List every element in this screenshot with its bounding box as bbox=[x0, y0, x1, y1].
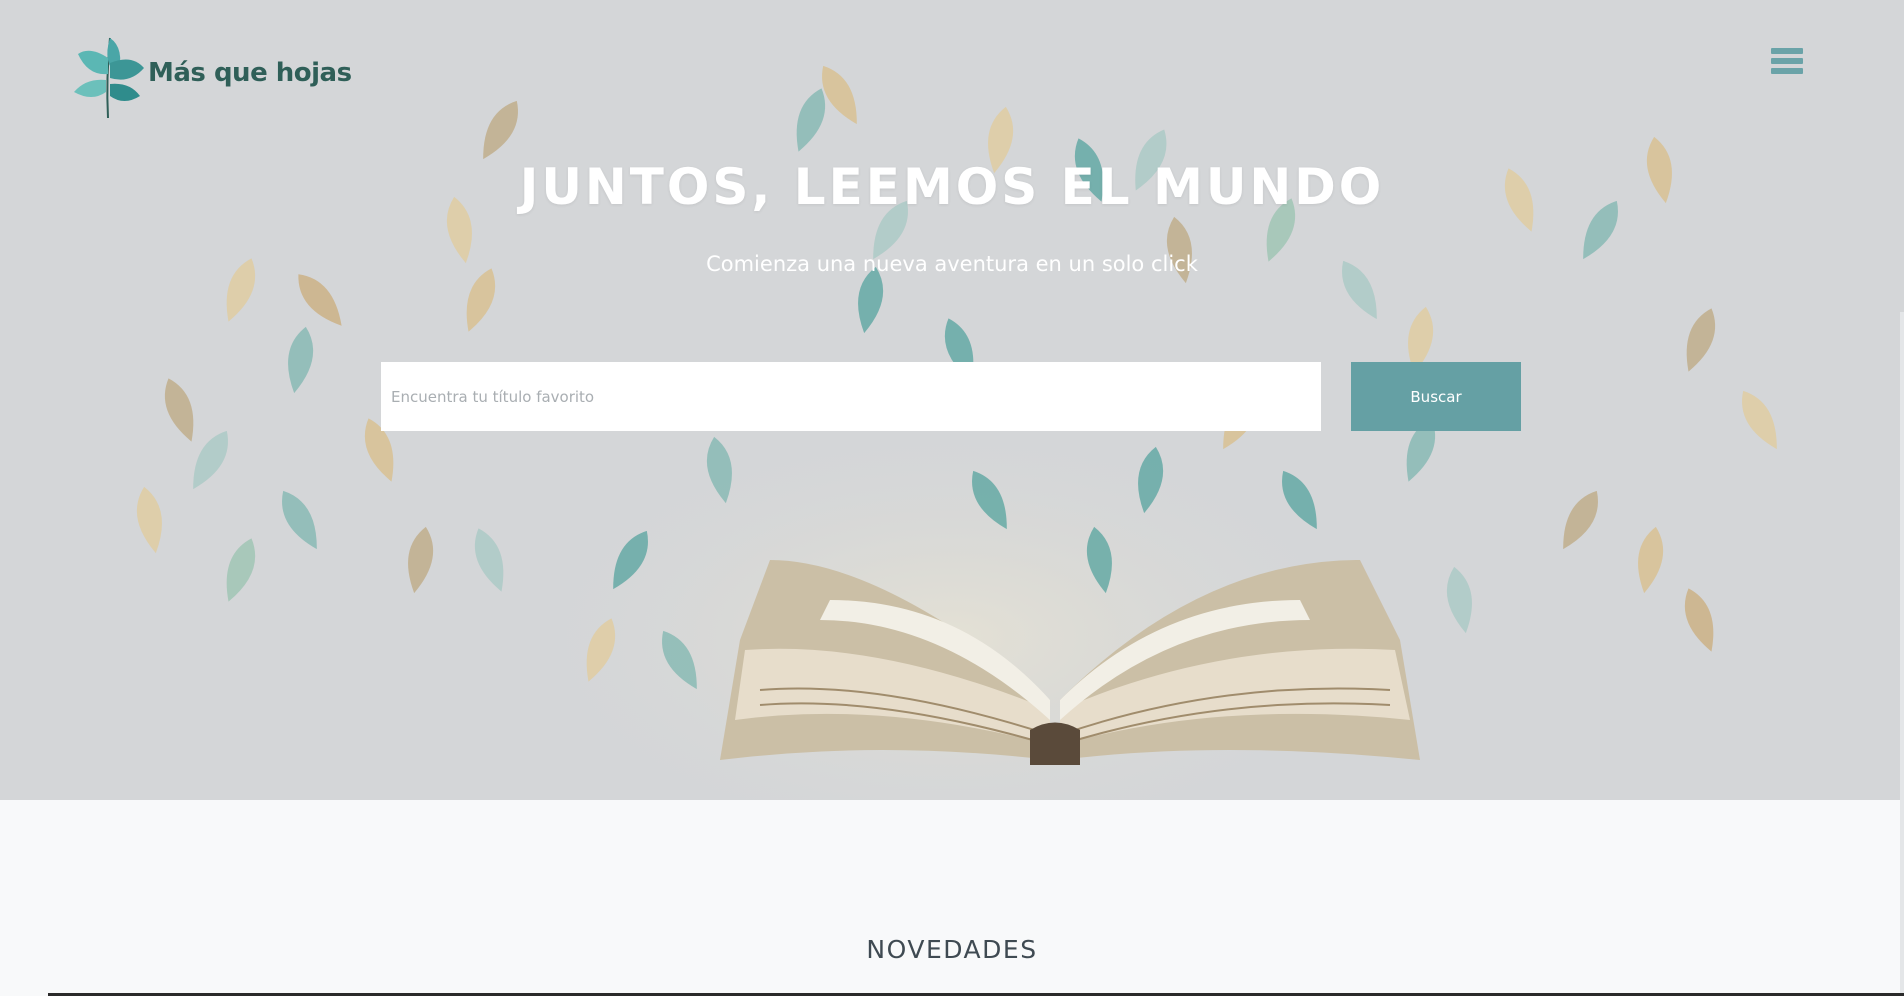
novedades-section-title: NOVEDADES bbox=[866, 935, 1038, 964]
hero-subtitle: Comienza una nueva aventura en un solo c… bbox=[706, 252, 1198, 276]
hamburger-menu-icon bbox=[1771, 48, 1803, 74]
hero-section: Más que hojas JUNTOS, LEEMOS EL MUNDO Co… bbox=[0, 0, 1904, 800]
decorative-leaf bbox=[288, 326, 314, 394]
hamburger-menu-button[interactable] bbox=[1771, 48, 1803, 80]
decorative-leaf bbox=[796, 88, 826, 152]
search-button[interactable]: Buscar bbox=[1351, 362, 1521, 431]
page-scrollbar[interactable] bbox=[1900, 312, 1904, 996]
hero-title: JUNTOS, LEEMOS EL MUNDO bbox=[519, 158, 1385, 216]
decorative-leaf bbox=[1638, 526, 1664, 594]
decorative-leaf bbox=[298, 274, 342, 326]
decorative-leaf bbox=[164, 378, 194, 442]
brand-name: Más que hojas bbox=[148, 58, 352, 88]
decorative-leaf bbox=[1684, 588, 1714, 652]
decorative-leaf bbox=[1563, 490, 1598, 550]
decorative-leaf bbox=[483, 100, 518, 160]
search-input[interactable] bbox=[381, 362, 1321, 431]
leaf-logo-icon bbox=[74, 37, 144, 119]
brand-logo[interactable]: Más que hojas bbox=[70, 18, 352, 120]
decorative-leaf bbox=[1742, 390, 1777, 450]
decorative-leaf bbox=[136, 486, 162, 554]
decorative-leaf bbox=[1686, 308, 1716, 372]
decorative-leaf bbox=[282, 490, 317, 550]
decorative-leaf bbox=[226, 538, 256, 602]
